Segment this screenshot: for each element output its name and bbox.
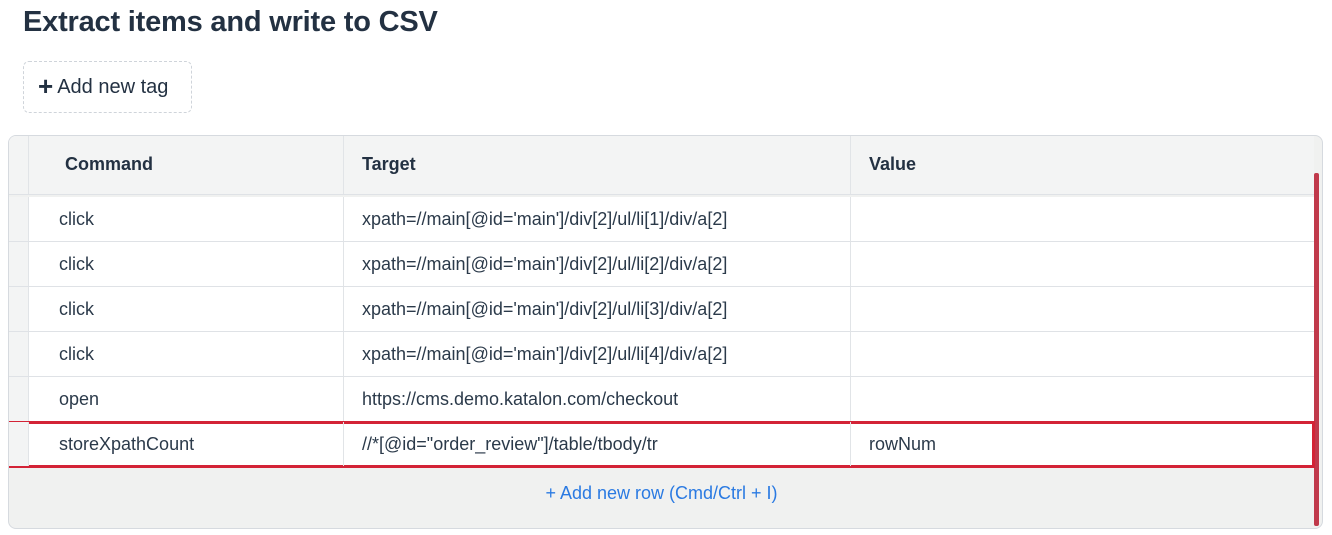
column-divider [343, 287, 344, 331]
target-cell[interactable]: xpath=//main[@id='main']/div[2]/ul/li[2]… [362, 242, 727, 286]
add-row-area: + Add new row (Cmd/Ctrl + I) [9, 468, 1314, 528]
table-row[interactable]: click xpath=//main[@id='main']/div[2]/ul… [9, 287, 1314, 332]
target-cell[interactable]: xpath=//main[@id='main']/div[2]/ul/li[4]… [362, 332, 727, 376]
table-row[interactable]: open https://cms.demo.katalon.com/checko… [9, 377, 1314, 422]
target-cell[interactable]: xpath=//main[@id='main']/div[2]/ul/li[3]… [362, 287, 727, 331]
target-cell[interactable]: https://cms.demo.katalon.com/checkout [362, 377, 678, 421]
command-cell[interactable]: click [59, 197, 94, 241]
column-divider [850, 242, 851, 286]
column-divider [850, 332, 851, 376]
command-cell[interactable]: click [59, 242, 94, 286]
table-row[interactable]: click xpath=//main[@id='main']/div[2]/ul… [9, 197, 1314, 242]
header-handle-cell [9, 136, 29, 194]
add-new-row-link[interactable]: + Add new row (Cmd/Ctrl + I) [545, 483, 777, 504]
column-header-command[interactable]: Command [65, 136, 153, 194]
row-drag-handle[interactable] [9, 197, 29, 241]
column-header-value[interactable]: Value [869, 136, 916, 194]
column-divider [850, 197, 851, 241]
column-divider [850, 136, 851, 194]
row-drag-handle[interactable] [9, 242, 29, 286]
command-cell[interactable]: open [59, 377, 99, 421]
vertical-scrollbar[interactable] [1314, 173, 1319, 526]
table-row-selected[interactable]: storeXpathCount //*[@id="order_review"]/… [9, 421, 1315, 468]
value-cell[interactable]: rowNum [869, 422, 936, 466]
column-divider [850, 377, 851, 421]
column-divider [343, 136, 344, 194]
command-cell[interactable]: storeXpathCount [59, 422, 194, 466]
column-divider [343, 422, 344, 466]
column-divider [343, 197, 344, 241]
column-divider [850, 422, 851, 466]
command-cell[interactable]: click [59, 287, 94, 331]
column-divider [343, 377, 344, 421]
column-divider [850, 287, 851, 331]
row-drag-handle[interactable] [9, 287, 29, 331]
test-steps-table: Command Target Value click xpath=//main[… [8, 135, 1323, 529]
plus-icon: + [38, 71, 54, 101]
page-title: Extract items and write to CSV [23, 6, 438, 38]
row-drag-handle[interactable] [9, 377, 29, 421]
row-drag-handle[interactable] [9, 332, 29, 376]
add-new-tag-button[interactable]: + Add new tag [23, 61, 192, 113]
command-cell[interactable]: click [59, 332, 94, 376]
table-header-row: Command Target Value [9, 136, 1314, 195]
column-header-target[interactable]: Target [362, 136, 416, 194]
column-divider [343, 332, 344, 376]
add-new-tag-label: Add new tag [57, 75, 169, 98]
column-divider [343, 242, 344, 286]
table-row[interactable]: click xpath=//main[@id='main']/div[2]/ul… [9, 332, 1314, 377]
target-cell[interactable]: xpath=//main[@id='main']/div[2]/ul/li[1]… [362, 197, 727, 241]
target-cell[interactable]: //*[@id="order_review"]/table/tbody/tr [362, 422, 658, 466]
table-row[interactable]: click xpath=//main[@id='main']/div[2]/ul… [9, 242, 1314, 287]
row-drag-handle[interactable] [9, 422, 29, 466]
